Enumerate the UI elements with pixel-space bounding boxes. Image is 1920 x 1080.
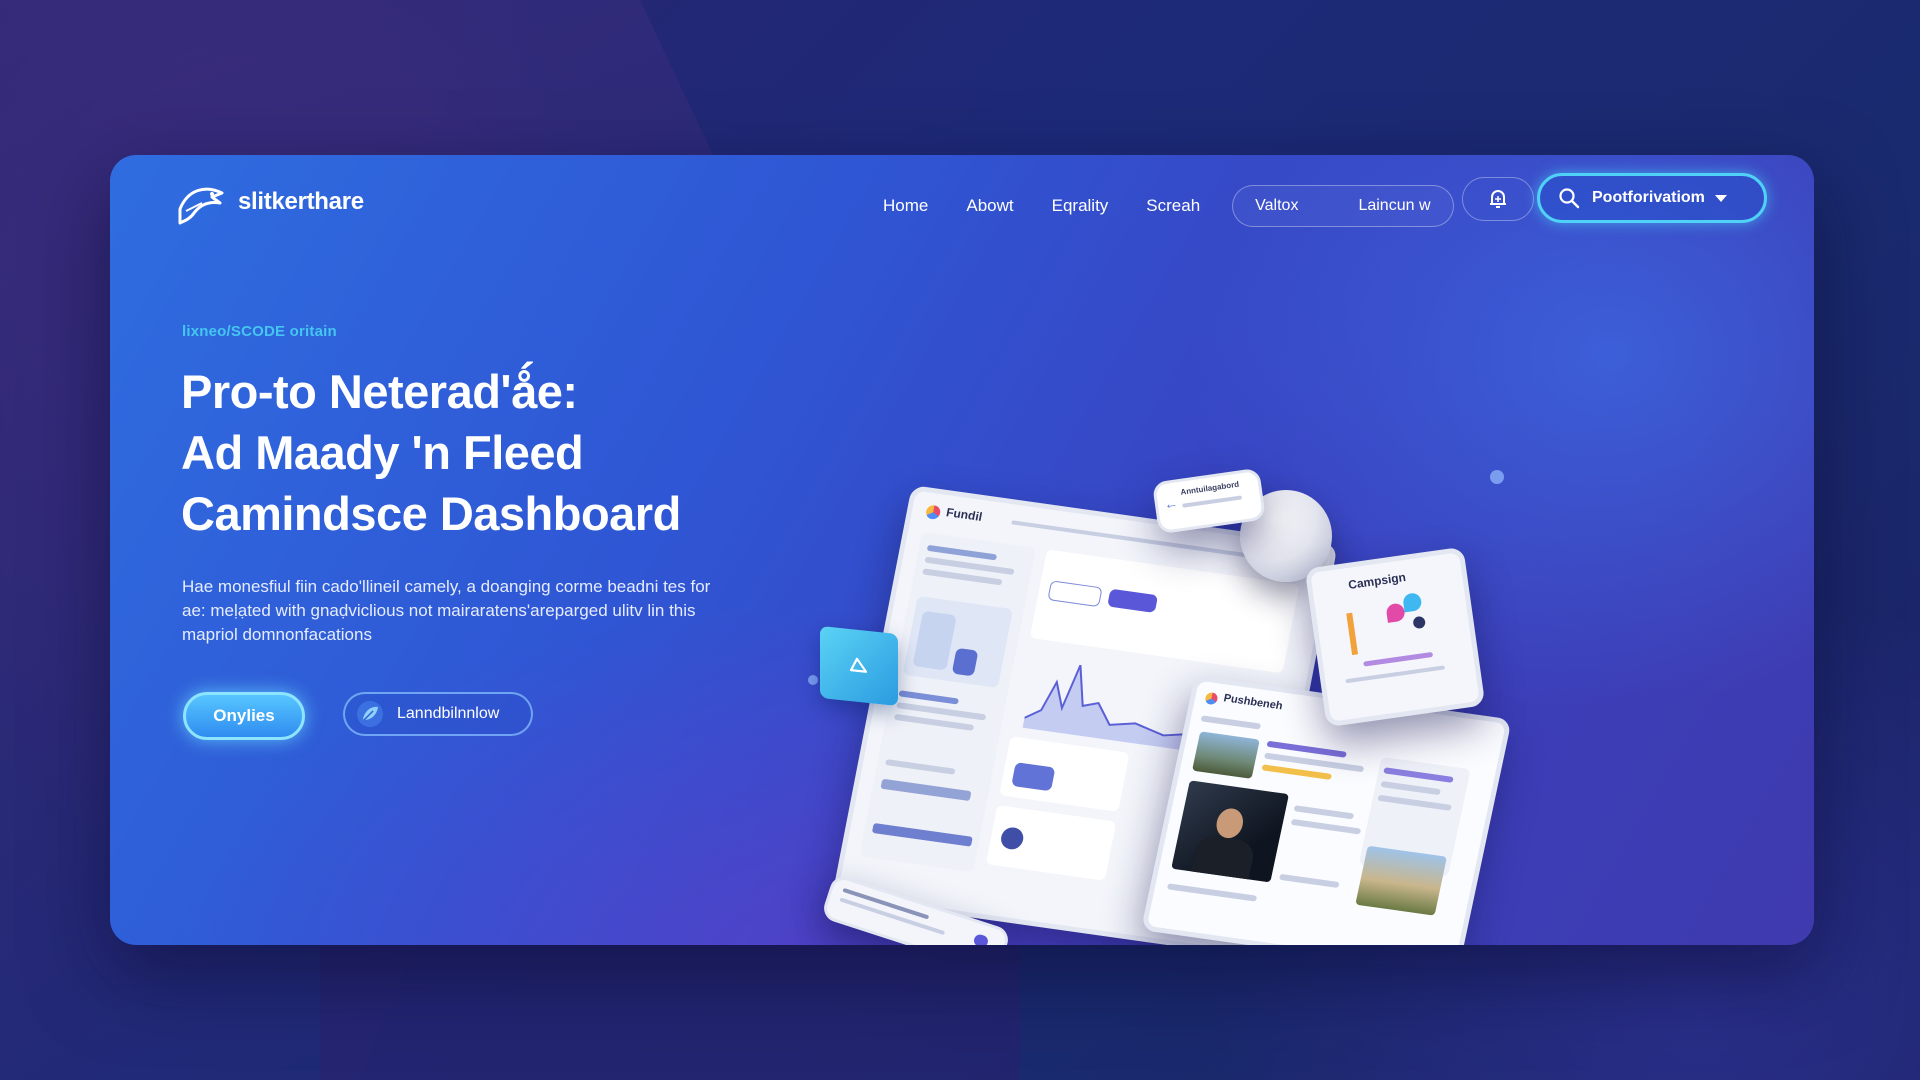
- app-logo-icon: [1204, 691, 1219, 706]
- brand-name: slitkerthare: [238, 188, 364, 215]
- chevron-down-icon: [1714, 194, 1727, 202]
- primary-cta-button[interactable]: Onylies: [183, 692, 305, 740]
- search-icon: [1559, 188, 1580, 209]
- nav-link-about[interactable]: Abowt: [966, 196, 1013, 216]
- campaign-title: Campsign: [1347, 569, 1407, 592]
- hero-title: Pro-to Neterad'ǻe: Ad Maady 'n Fleed Cam…: [181, 361, 821, 544]
- app-logo-icon: [924, 504, 942, 521]
- leaf-icon: [357, 701, 383, 727]
- thumbnail-image: [1192, 731, 1260, 779]
- search-dropdown-label: Pootforivatiom: [1592, 189, 1705, 206]
- nav-pill-group: Valtox Laincun w: [1232, 185, 1454, 227]
- hero-title-line: Camindsce Dashboard: [181, 487, 681, 540]
- main-panel-title: Fundil: [945, 505, 984, 524]
- secondary-cta-label: Lanndbilnnlow: [397, 705, 500, 722]
- notification-button[interactable]: [1462, 177, 1534, 221]
- decor-dot: [1490, 470, 1504, 484]
- hero-description-line: mapriol domnonfacations: [182, 625, 372, 644]
- nav-link-equality[interactable]: Eqrality: [1052, 196, 1109, 216]
- nav-pill-item-1[interactable]: Valtox: [1255, 197, 1298, 215]
- back-arrow-icon: ←: [1162, 494, 1179, 513]
- portrait-image: [1171, 780, 1289, 883]
- building-image: [1355, 845, 1448, 916]
- decor-dot: [808, 675, 818, 685]
- brand-logo[interactable]: slitkerthare: [176, 179, 364, 225]
- secondary-cta-button[interactable]: Lanndbilnnlow: [343, 692, 533, 736]
- note-text: Anntuilagabord: [1179, 479, 1240, 497]
- cloud-card: [820, 625, 898, 707]
- main-nav: Home Abowt Eqrality Screah Valtox Laincu…: [883, 185, 1454, 227]
- front-panel-title: Pushbeneh: [1222, 692, 1284, 713]
- nav-link-home[interactable]: Home: [883, 196, 928, 216]
- dashboard-illustration: Fundil Pushbeneh Campsign ← Anntuilagabo…: [808, 295, 1730, 945]
- hero-description-line: Hae monesfiul fiin cado'llineil camely, …: [182, 577, 711, 596]
- search-dropdown[interactable]: Pootforivatiom: [1537, 173, 1767, 223]
- hero-description-line: ae: meḷạted with gnaḍviclious not mai…: [182, 601, 696, 620]
- hero-card: slitkerthare Home Abowt Eqrality Screah …: [110, 155, 1814, 945]
- hero-title-line: Pro-to Neterad'ǻe:: [181, 365, 578, 418]
- hero-description: Hae monesfiul fiin cado'llineil camely, …: [182, 575, 772, 647]
- bird-logo-icon: [178, 187, 224, 225]
- nav-link-search[interactable]: Screah: [1146, 196, 1200, 216]
- bell-icon: [1490, 190, 1506, 208]
- nav-pill-item-2[interactable]: Laincun w: [1358, 197, 1430, 215]
- hero-title-line: Ad Maady 'n Fleed: [181, 426, 584, 479]
- campaign-card: Campsign: [1304, 546, 1486, 728]
- hero-eyebrow: lixneo/SCODE oritain: [182, 323, 337, 340]
- cloud-icon: [849, 657, 868, 673]
